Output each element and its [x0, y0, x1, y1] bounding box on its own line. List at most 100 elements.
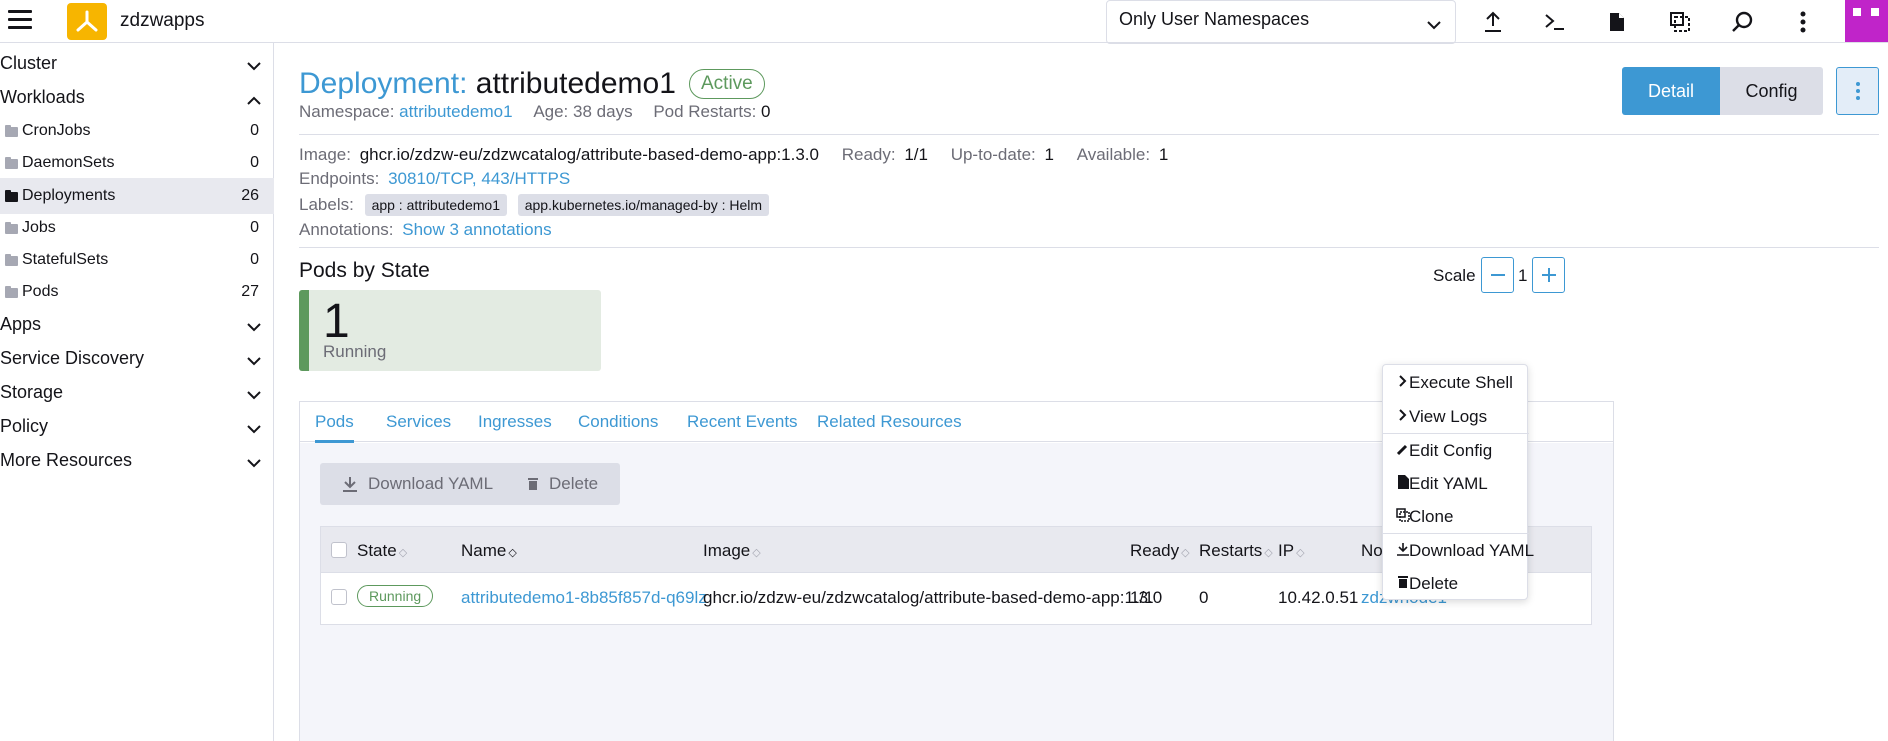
- namespace-link[interactable]: attributedemo1: [399, 102, 512, 121]
- namespace-filter-select[interactable]: Only User Namespaces: [1106, 0, 1456, 44]
- status-badge: Active: [689, 69, 765, 99]
- column-header-ip[interactable]: IP ◇: [1278, 541, 1305, 561]
- tab-related-resources[interactable]: Related Resources: [817, 412, 962, 432]
- uptodate-value: 1: [1044, 145, 1054, 164]
- download-yaml-button[interactable]: Download YAML: [320, 463, 516, 505]
- nav-group-cluster[interactable]: Cluster: [0, 46, 274, 82]
- scale-up-button[interactable]: [1532, 257, 1565, 293]
- uptodate-label: Up-to-date:: [950, 145, 1036, 164]
- menu-item-edit-config[interactable]: Edit Config: [1383, 435, 1563, 465]
- pod-state-badge: Running: [357, 585, 434, 607]
- menu-item-delete[interactable]: Delete: [1383, 568, 1563, 598]
- labels-row: Labels: app : attributedemo1 app.kuberne…: [299, 194, 770, 216]
- menu-item-view-logs[interactable]: View Logs: [1383, 401, 1563, 431]
- sidebar-item-jobs[interactable]: Jobs 0: [0, 210, 274, 246]
- column-header-restarts[interactable]: Restarts ◇: [1199, 541, 1273, 561]
- column-header-state[interactable]: State ◇: [357, 541, 407, 561]
- sort-icon: ◇: [398, 547, 408, 559]
- resource-actions-button[interactable]: [1836, 67, 1879, 115]
- config-button[interactable]: Config: [1720, 67, 1823, 115]
- menu-separator: [1383, 433, 1529, 434]
- nav-group-label: More Resources: [0, 450, 133, 470]
- column-header-ready[interactable]: Ready ◇: [1130, 541, 1190, 561]
- menu-item-label: View Logs: [1409, 407, 1488, 426]
- tab-ingresses[interactable]: Ingresses: [478, 412, 552, 432]
- search-icon[interactable]: [1728, 8, 1756, 36]
- available-value: 1: [1158, 145, 1169, 164]
- namespace-filter-value: Only User Namespaces: [1119, 9, 1310, 29]
- chevron-down-icon: [247, 384, 261, 405]
- folder-icon: [5, 157, 18, 169]
- chevron-down-icon: [247, 55, 261, 76]
- nav-group-label: Policy: [0, 416, 49, 436]
- column-label: Name: [461, 541, 507, 560]
- sidebar-item-cronjobs[interactable]: CronJobs 0: [0, 113, 274, 149]
- folder-icon: [5, 125, 18, 137]
- endpoint-link[interactable]: 443/HTTPS: [481, 169, 570, 188]
- detail-button[interactable]: Detail: [1622, 67, 1720, 115]
- age-label: Age:: [533, 102, 569, 121]
- sidebar-item-daemonsets[interactable]: DaemonSets 0: [0, 145, 274, 181]
- endpoints-row: Endpoints: 30810/TCP, 443/HTTPS: [299, 169, 570, 189]
- menu-item-edit-yaml[interactable]: Edit YAML: [1383, 468, 1563, 498]
- resource-kind[interactable]: Deployment:: [299, 67, 467, 100]
- chevron-down-icon: [247, 452, 261, 473]
- chevron-down-icon: [1427, 14, 1441, 35]
- pod-state-label: Running: [323, 342, 387, 361]
- import-yaml-icon[interactable]: [1479, 8, 1507, 36]
- tab-services[interactable]: Services: [386, 412, 451, 432]
- delete-label: Delete: [549, 474, 599, 493]
- annotations-row: Annotations: Show 3 annotations: [299, 220, 552, 240]
- tab-recent-events[interactable]: Recent Events: [687, 412, 798, 432]
- pod-restarts: 0: [1199, 588, 1209, 607]
- show-annotations-link[interactable]: Show 3 annotations: [402, 220, 551, 239]
- sidebar-item-pods[interactable]: Pods 27: [0, 274, 274, 310]
- menu-icon[interactable]: [8, 10, 32, 30]
- nav-group-apps[interactable]: Apps: [0, 307, 274, 343]
- pod-name-link[interactable]: attributedemo1-8b85f857d-q69lz: [461, 588, 707, 608]
- nav-group-more-resources[interactable]: More Resources: [0, 443, 274, 479]
- image-value: ghcr.io/zdzw-eu/zdzwcatalog/attribute-ba…: [359, 145, 819, 164]
- sidebar-item-deployments[interactable]: Deployments 26: [0, 178, 274, 214]
- tab-conditions[interactable]: Conditions: [578, 412, 658, 432]
- divider: [299, 134, 1879, 135]
- cluster-name: zdzwapps: [120, 10, 205, 31]
- nav-group-label: Service Discovery: [0, 348, 145, 368]
- more-vertical-icon[interactable]: [1789, 8, 1817, 36]
- pod-actions-menu: Execute Shell View Logs Edit Config Edit…: [1382, 364, 1534, 600]
- page-title: Deployment: attributedemo1: [299, 67, 676, 101]
- select-all-checkbox[interactable]: [331, 542, 347, 558]
- sidebar-item-statefulsets[interactable]: StatefulSets 0: [0, 242, 274, 278]
- column-header-name[interactable]: Name ◇: [461, 541, 517, 561]
- row-checkbox[interactable]: [331, 589, 347, 605]
- pod-ip: 10.42.0.51: [1278, 588, 1359, 607]
- pod-ready: 1/1: [1130, 588, 1154, 607]
- more-vertical-icon: [1855, 82, 1860, 100]
- menu-item-execute-shell[interactable]: Execute Shell: [1383, 367, 1563, 397]
- sidebar-item-count: 27: [241, 283, 259, 300]
- sidebar-item-label: Deployments: [22, 187, 116, 204]
- delete-button[interactable]: Delete: [505, 463, 621, 505]
- cluster-logo[interactable]: [67, 3, 107, 40]
- kubeconfig-file-icon[interactable]: [1603, 8, 1631, 36]
- menu-item-clone[interactable]: Clone: [1383, 501, 1563, 531]
- copy-kubeconfig-icon[interactable]: [1666, 8, 1694, 36]
- chevron-down-icon: [247, 350, 261, 371]
- sidebar-item-count: 0: [250, 251, 259, 268]
- kubectl-shell-icon[interactable]: [1541, 8, 1569, 36]
- menu-item-download-yaml[interactable]: Download YAML: [1383, 535, 1563, 565]
- nav-group-policy[interactable]: Policy: [0, 409, 274, 445]
- divider: [299, 247, 1879, 248]
- tab-pods[interactable]: Pods: [315, 412, 354, 443]
- nav-group-workloads[interactable]: Workloads: [0, 80, 274, 116]
- menu-item-label: Delete: [1409, 574, 1459, 593]
- endpoint-link[interactable]: 30810/TCP: [388, 169, 472, 188]
- nav-group-service-discovery[interactable]: Service Discovery: [0, 341, 274, 377]
- sidebar-item-label: StatefulSets: [22, 251, 109, 268]
- nav-group-storage[interactable]: Storage: [0, 375, 274, 411]
- top-bar: zdzwapps Only User Namespaces: [0, 0, 1888, 44]
- column-header-image[interactable]: Image ◇: [703, 541, 761, 561]
- scale-down-button[interactable]: [1481, 257, 1514, 293]
- user-avatar[interactable]: [1845, 0, 1888, 42]
- label-tag: app : attributedemo1: [364, 194, 507, 216]
